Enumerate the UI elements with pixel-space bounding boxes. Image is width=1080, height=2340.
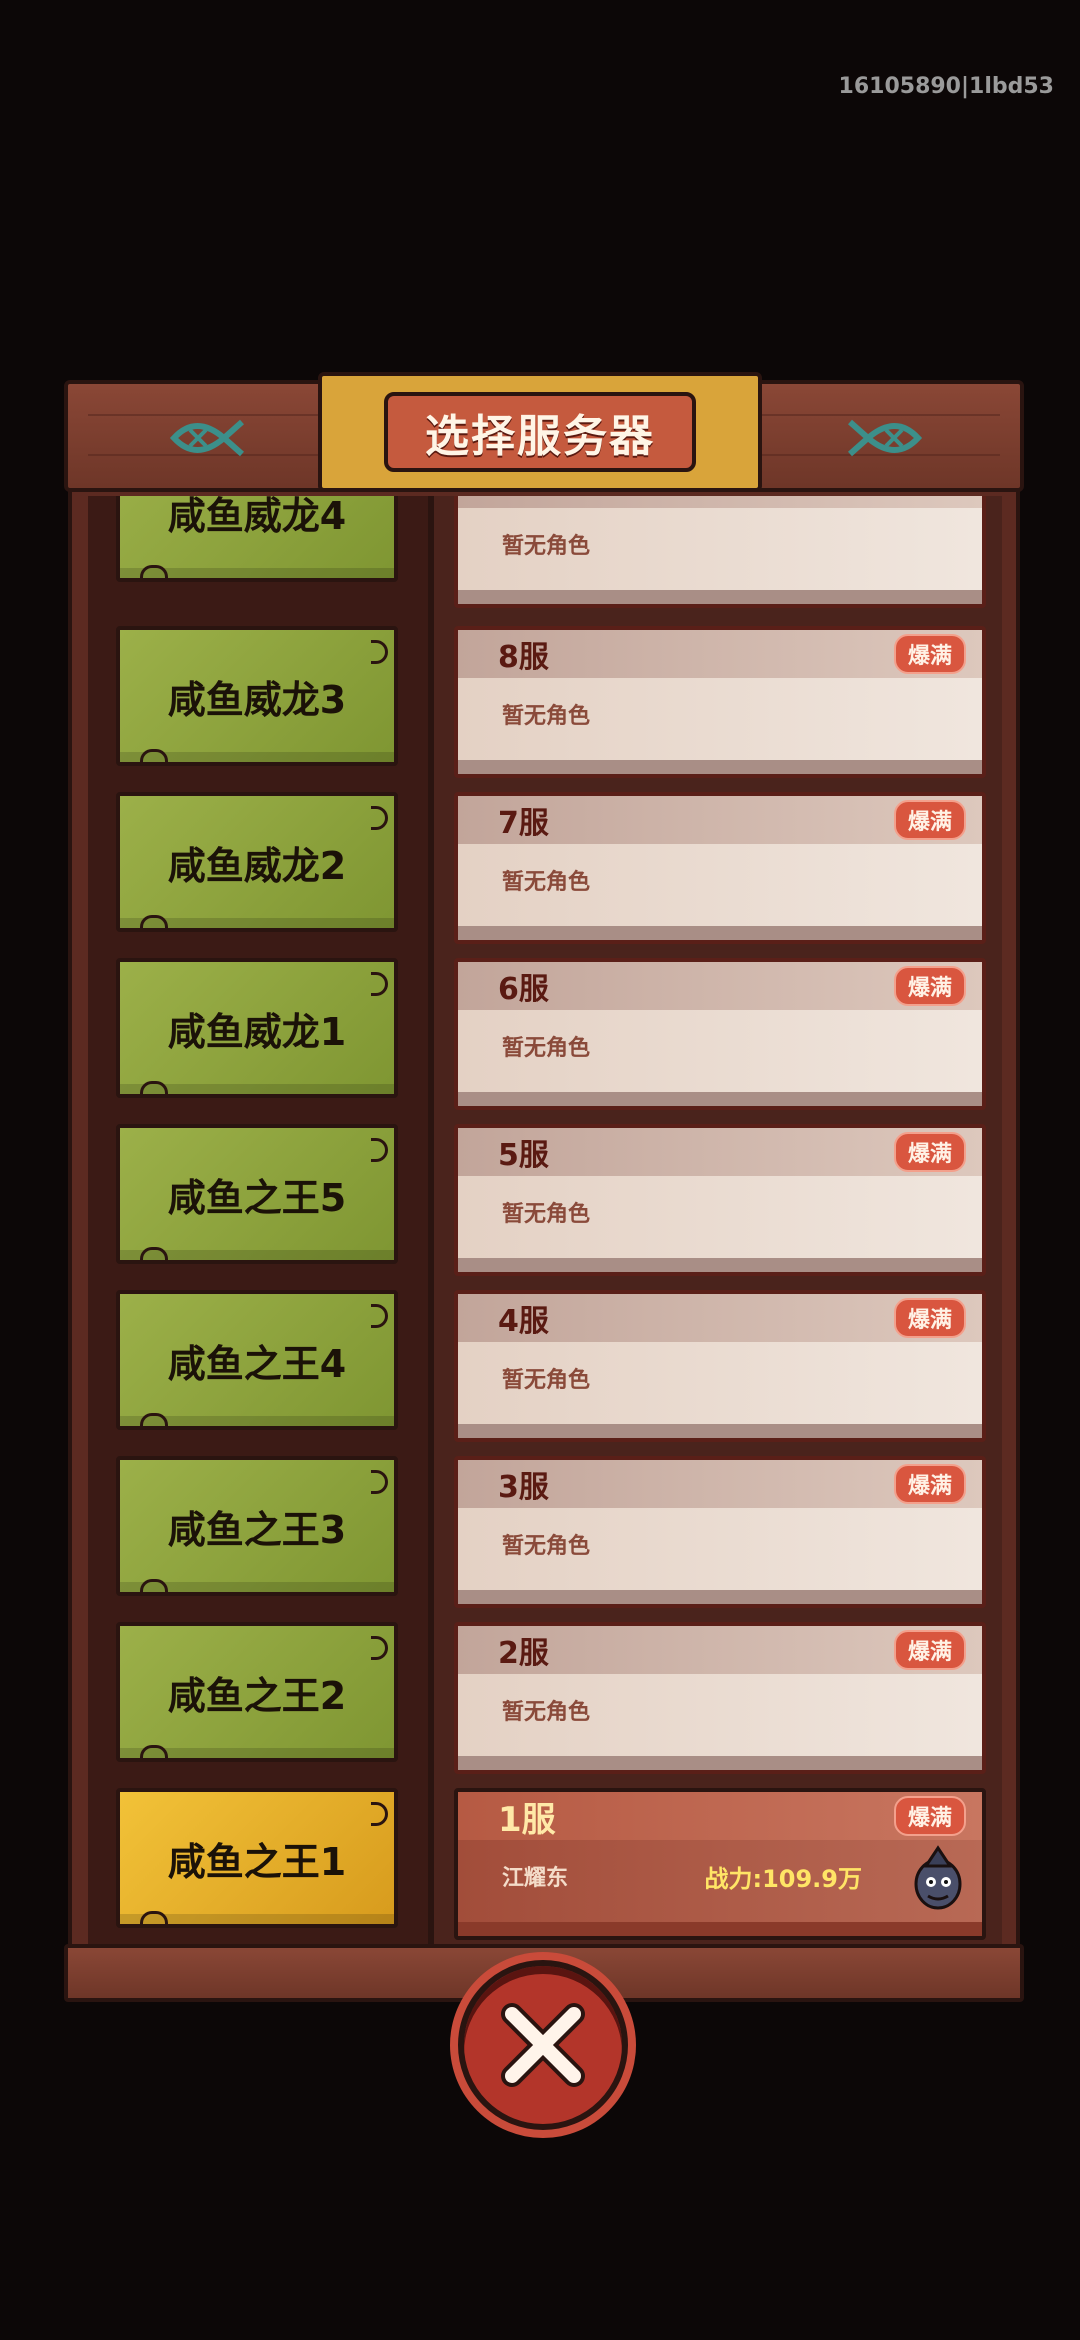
server-card[interactable]: 暂无角色 xyxy=(454,496,986,608)
close-icon xyxy=(501,2003,585,2087)
region-item[interactable]: 咸鱼威龙1 xyxy=(116,958,398,1098)
server-card-header: 1服 爆满 xyxy=(458,1792,982,1840)
server-character-info: 江耀东 战力:109.9万 xyxy=(458,1840,982,1912)
status-badge: 爆满 xyxy=(893,966,966,1006)
server-card-header: 6服 爆满 xyxy=(458,962,982,1010)
region-item[interactable]: 咸鱼威龙2 xyxy=(116,792,398,932)
server-character-status: 暂无角色 xyxy=(502,1700,591,1725)
status-badge: 爆满 xyxy=(893,1298,966,1338)
character-power: 战力:109.9万 xyxy=(704,1864,862,1893)
region-item[interactable]: 咸鱼威龙4 xyxy=(116,496,398,582)
server-card-header xyxy=(458,496,982,508)
page-title: 选择服务器 xyxy=(384,392,696,472)
region-label: 咸鱼之王1 xyxy=(167,1839,347,1884)
server-character-status: 暂无角色 xyxy=(502,1036,591,1061)
card-footer xyxy=(458,1424,982,1438)
region-item[interactable]: 咸鱼威龙3 xyxy=(116,626,398,766)
region-item[interactable]: 咸鱼之王4 xyxy=(116,1290,398,1430)
region-label: 咸鱼威龙3 xyxy=(167,677,347,722)
region-label: 咸鱼威龙1 xyxy=(167,1009,347,1054)
server-character-status: 暂无角色 xyxy=(502,534,591,559)
server-character-status: 暂无角色 xyxy=(502,704,591,729)
fish-icon xyxy=(169,419,244,457)
device-id-label: 16105890|1lbd53 xyxy=(838,74,1054,99)
server-card[interactable]: 6服 爆满 暂无角色 xyxy=(454,958,986,1110)
region-item-selected[interactable]: 咸鱼之王1 xyxy=(116,1788,398,1928)
card-footer xyxy=(458,1590,982,1604)
server-name: 3服 xyxy=(498,1470,549,1505)
server-character-status: 暂无角色 xyxy=(502,1368,591,1393)
status-badge: 爆满 xyxy=(893,1132,966,1172)
server-card-header: 2服 爆满 xyxy=(458,1626,982,1674)
server-name: 4服 xyxy=(498,1304,549,1339)
card-footer xyxy=(458,1092,982,1106)
server-card[interactable]: 4服 爆满 暂无角色 xyxy=(454,1290,986,1442)
server-card-header: 4服 爆满 xyxy=(458,1294,982,1342)
server-list[interactable]: 暂无角色 8服 爆满 暂无角色 7服 爆满 暂无角色 6服 爆满 暂无角色 5服 爆满 … xyxy=(434,496,1002,1946)
server-card-header: 8服 爆满 xyxy=(458,630,982,678)
server-character-status: 暂无角色 xyxy=(502,870,591,895)
server-card[interactable]: 7服 爆满 暂无角色 xyxy=(454,792,986,944)
region-item[interactable]: 咸鱼之王5 xyxy=(116,1124,398,1264)
server-card-header: 7服 爆满 xyxy=(458,796,982,844)
server-character-status: 暂无角色 xyxy=(502,1202,591,1227)
card-footer xyxy=(458,1756,982,1770)
region-label: 咸鱼之王2 xyxy=(167,1673,347,1718)
status-badge: 爆满 xyxy=(893,634,966,674)
status-badge: 爆满 xyxy=(893,1464,966,1504)
character-name: 江耀东 xyxy=(502,1866,569,1891)
status-badge: 爆满 xyxy=(893,1630,966,1670)
region-item[interactable]: 咸鱼之王3 xyxy=(116,1456,398,1596)
card-footer xyxy=(458,590,982,604)
character-avatar-icon xyxy=(914,1845,962,1910)
server-card-selected[interactable]: 1服 爆满 江耀东 战力:109.9万 xyxy=(454,1788,986,1940)
server-card[interactable]: 5服 爆满 暂无角色 xyxy=(454,1124,986,1276)
server-card-header: 5服 爆满 xyxy=(458,1128,982,1176)
server-name: 8服 xyxy=(498,640,549,675)
close-button[interactable] xyxy=(458,1960,628,2130)
card-footer xyxy=(458,1922,982,1936)
server-name: 1服 xyxy=(498,1799,556,1840)
region-label: 咸鱼威龙2 xyxy=(167,843,347,888)
server-card-header: 3服 爆满 xyxy=(458,1460,982,1508)
server-name: 6服 xyxy=(498,972,549,1007)
server-card[interactable]: 8服 爆满 暂无角色 xyxy=(454,626,986,778)
fish-icon xyxy=(848,419,923,457)
region-label: 咸鱼威龙4 xyxy=(167,496,347,538)
status-badge: 爆满 xyxy=(893,1796,966,1836)
server-card[interactable]: 2服 爆满 暂无角色 xyxy=(454,1622,986,1774)
region-list[interactable]: 咸鱼威龙4 咸鱼威龙3 咸鱼威龙2 咸鱼威龙1 咸鱼之王5 咸鱼之王4 咸鱼之王… xyxy=(88,496,434,1946)
server-name: 2服 xyxy=(498,1636,549,1671)
server-name: 5服 xyxy=(498,1138,549,1173)
region-label: 咸鱼之王3 xyxy=(167,1507,347,1552)
server-character-status: 暂无角色 xyxy=(502,1534,591,1559)
status-badge: 爆满 xyxy=(893,800,966,840)
card-footer xyxy=(458,760,982,774)
server-card[interactable]: 3服 爆满 暂无角色 xyxy=(454,1456,986,1608)
region-label: 咸鱼之王5 xyxy=(167,1175,347,1220)
server-name: 7服 xyxy=(498,806,549,841)
region-item[interactable]: 咸鱼之王2 xyxy=(116,1622,398,1762)
card-footer xyxy=(458,1258,982,1272)
card-footer xyxy=(458,926,982,940)
region-label: 咸鱼之王4 xyxy=(167,1341,347,1386)
